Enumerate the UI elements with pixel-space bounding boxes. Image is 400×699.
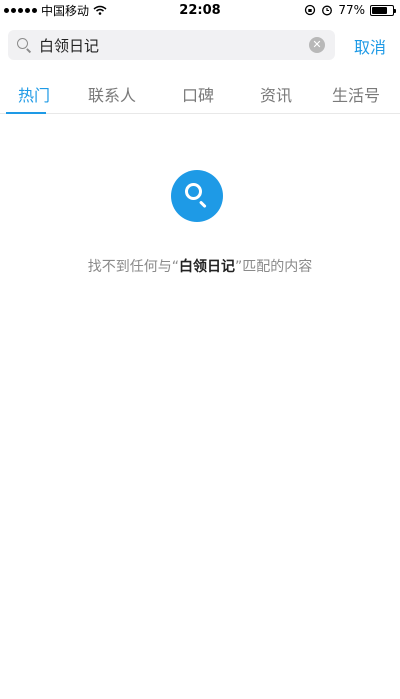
tab-hot[interactable]: 热门	[18, 82, 50, 106]
wifi-icon	[93, 5, 107, 15]
search-box[interactable]: ✕	[8, 30, 335, 60]
battery-icon	[370, 4, 396, 16]
status-bar-right: 77%	[304, 3, 400, 17]
category-tabs: 热门 联系人 口碑 资讯 生活号	[0, 70, 400, 114]
status-bar-left: 中国移动	[0, 2, 107, 19]
empty-state-suffix: ”匹配的内容	[235, 259, 313, 275]
tab-contacts[interactable]: 联系人	[88, 82, 136, 106]
tab-reviews[interactable]: 口碑	[182, 82, 214, 106]
tab-news[interactable]: 资讯	[260, 82, 292, 106]
carrier-name: 中国移动	[41, 3, 90, 18]
battery-percent: 77%	[338, 3, 365, 17]
status-bar: 中国移动 22:08 77%	[0, 0, 400, 20]
battery-fill	[372, 6, 388, 14]
empty-state-prefix: 找不到任何与“	[87, 259, 179, 275]
rotation-lock-icon	[305, 4, 316, 16]
clear-icon[interactable]: ✕	[309, 37, 325, 53]
active-tab-indicator	[6, 112, 46, 114]
search-input[interactable]	[37, 35, 291, 55]
empty-search-icon	[171, 170, 223, 222]
cancel-button[interactable]: 取消	[354, 34, 386, 58]
signal-strength-icon	[4, 7, 37, 13]
tab-life-accounts[interactable]: 生活号	[332, 82, 380, 106]
empty-state-message: 找不到任何与“白领日记”匹配的内容	[0, 256, 400, 276]
search-row: ✕ 取消	[0, 24, 400, 64]
empty-state-keyword: 白领日记	[179, 259, 235, 275]
search-icon	[17, 38, 31, 52]
alarm-icon	[322, 5, 333, 16]
